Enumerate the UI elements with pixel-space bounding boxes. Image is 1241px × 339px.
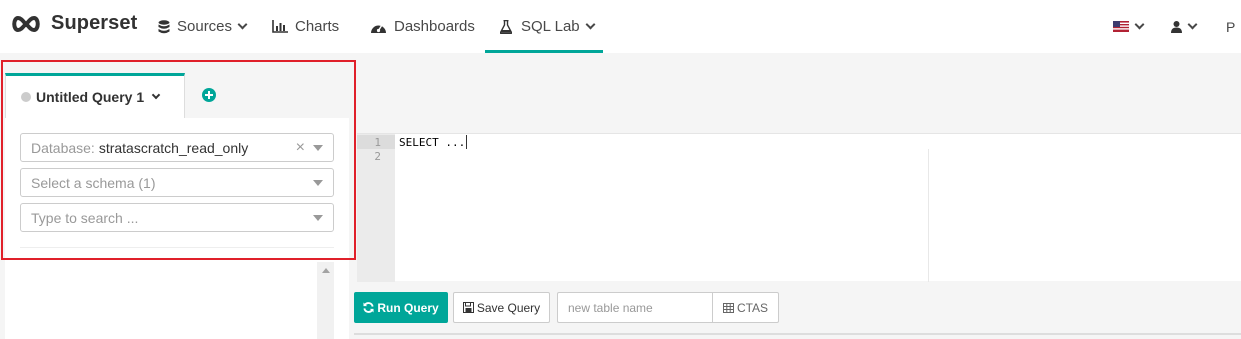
save-query-button[interactable]: Save Query [453,292,550,323]
chevron-down-icon [237,19,248,30]
dropdown-arrow-icon [313,215,323,221]
divider [20,247,334,248]
refresh-icon [363,302,374,313]
print-margin [928,149,929,282]
chevron-down-icon [1187,19,1198,30]
clear-icon[interactable]: × [296,139,305,157]
database-select[interactable]: Database: stratascratch_read_only × [20,133,334,162]
superset-logo-icon [12,15,40,32]
nav-sql-lab-label: SQL Lab [521,18,580,35]
brand-name: Superset [51,12,138,34]
chevron-down-icon [1134,19,1145,30]
chevron-down-icon [151,90,161,100]
tachometer-icon [371,24,386,33]
language-menu[interactable] [1113,0,1145,53]
ctas-label: CTAS [736,300,769,315]
database-label: Database: [31,139,95,156]
schema-select[interactable]: Select a schema (1) [20,168,334,197]
query-tab-label: Untitled Query 1 [36,89,145,105]
line-number: 2 [374,150,381,163]
results-divider [354,333,1241,335]
flask-icon [500,19,512,34]
nav-dashboards-label: Dashboards [394,18,475,35]
table-search-placeholder: Type to search ... [31,209,139,226]
us-flag-icon [1113,21,1129,32]
user-menu[interactable] [1171,0,1198,53]
version-menu[interactable]: P [1226,0,1235,53]
nav-sources[interactable]: Sources [158,0,248,53]
schema-placeholder: Select a schema (1) [31,174,156,191]
editor-gutter: 1 2 [357,134,395,282]
new-table-name-placeholder: new table name [568,300,653,315]
table-search-select[interactable]: Type to search ... [20,203,334,232]
nav-charts[interactable]: Charts [272,0,339,53]
nav-sources-label: Sources [177,18,233,35]
database-icon [158,19,170,33]
new-table-name-input[interactable]: new table name [557,292,713,323]
ctas-button[interactable]: CTAS [712,292,779,323]
bar-chart-icon [272,20,288,33]
query-tab[interactable]: Untitled Query 1 [5,73,185,118]
line-number: 1 [374,136,381,149]
run-query-label: Run Query [377,300,439,315]
table-icon [722,302,734,313]
save-icon [462,302,474,313]
nav-charts-label: Charts [295,18,340,35]
nav-sql-lab[interactable]: SQL Lab [500,0,596,53]
add-tab-icon[interactable] [202,88,216,102]
run-query-button[interactable]: Run Query [354,292,448,323]
left-panel-scrollbar[interactable] [317,262,334,339]
dropdown-arrow-icon [313,145,323,151]
dropdown-arrow-icon [313,180,323,186]
save-query-label: Save Query [476,300,541,315]
sql-editor[interactable]: 1 2 SELECT ... [357,133,1241,282]
database-value: stratascratch_read_only [98,139,249,156]
user-icon [1171,20,1182,33]
brand[interactable]: Superset [10,12,137,35]
query-status-dot [21,92,31,102]
chevron-down-icon [585,19,596,30]
scroll-up-icon[interactable] [322,268,330,273]
code-line[interactable]: SELECT ... [399,136,465,149]
top-navbar: Superset Sources Charts Dashboards SQL L… [0,0,1241,53]
branch-icon: P [1226,18,1236,35]
text-cursor [466,135,467,149]
nav-dashboards[interactable]: Dashboards [370,0,475,53]
